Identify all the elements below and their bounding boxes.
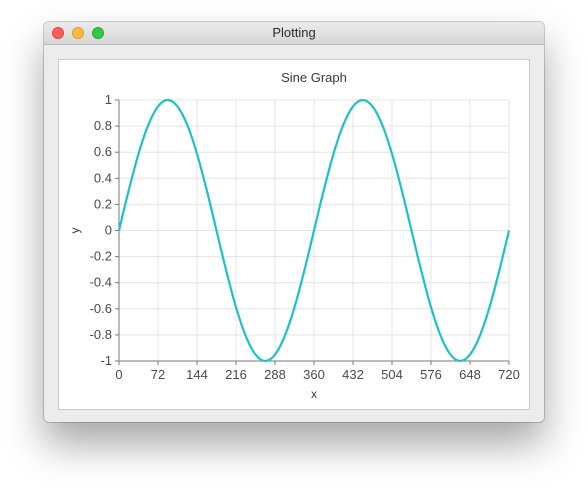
x-tick-label: 144 [186,367,208,382]
x-tick-label: 720 [498,367,520,382]
y-tick-label: -0.6 [90,301,112,316]
chart-title: Sine Graph [281,70,347,85]
y-tick-label: 0.6 [94,144,112,159]
y-tick-label: -0.8 [90,327,112,342]
x-tick-label: 432 [342,367,364,382]
x-tick-label: 648 [459,367,481,382]
y-tick-label: 0.4 [94,170,112,185]
sine-chart: 10.80.60.40.20-0.2-0.4-0.6-0.8-10 72 144 21… [68,70,520,401]
x-tick-label: 216 [225,367,247,382]
x-tick-label: 504 [381,367,403,382]
y-tick-label: 0 [105,223,112,238]
y-tick-label: -1 [100,353,112,368]
title-bar[interactable]: Plotting [44,22,544,45]
y-axis-label: y [68,228,82,234]
y-tick-label: -0.4 [90,275,112,290]
y-tick-label: 1 [105,92,112,107]
x-tick-label: 72 [151,367,165,382]
x-tick-label: 288 [264,367,286,382]
window-title: Plotting [272,25,316,40]
x-tick-label: 0 [115,367,122,382]
x-tick-label: 360 [303,367,325,382]
x-tick-label: 576 [420,367,442,382]
x-axis-label: x [311,387,317,401]
y-tick-label: -0.2 [90,249,112,264]
y-tick-label: 0.8 [94,118,112,133]
plot-window: Plotting 1 0.8 0.6 0.4 0.2 0 -0.2 -0.4 -0.6 -0.8 -… [44,22,544,422]
chart-panel: 1 0.8 0.6 0.4 0.2 0 -0.2 -0.4 -0.6 -0.8 -1 0 72 144 21… [58,59,530,410]
y-tick-label: 0.2 [94,196,112,211]
